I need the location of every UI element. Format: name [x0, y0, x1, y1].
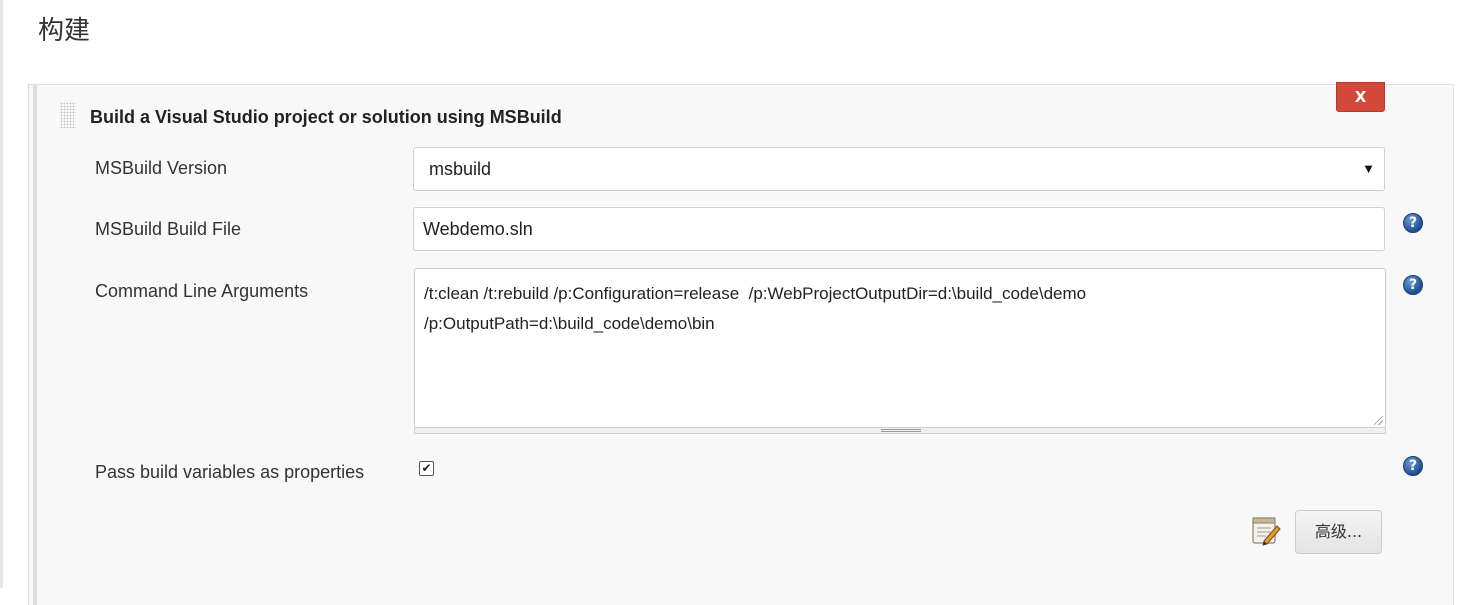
msbuild-version-label: MSBuild Version [95, 158, 228, 178]
chevron-down-icon: ▼ [1362, 161, 1375, 176]
build-file-input[interactable]: Webdemo.sln [413, 207, 1385, 251]
build-file-value: Webdemo.sln [423, 219, 533, 239]
cmd-args-help-icon[interactable]: ? [1403, 275, 1423, 295]
resize-grip-icon [881, 429, 921, 432]
build-file-help-icon[interactable]: ? [1403, 213, 1423, 233]
cmd-args-textarea[interactable]: /t:clean /t:rebuild /p:Configuration=rel… [414, 268, 1386, 428]
textarea-resize-bar[interactable] [414, 427, 1386, 434]
cmd-args-line-2: /p:OutputPath=d:\build_code\demo\bin [424, 314, 715, 333]
pass-vars-help-icon[interactable]: ? [1403, 456, 1423, 476]
resize-corner-icon[interactable] [1374, 416, 1383, 425]
notepad-icon [1252, 517, 1281, 546]
builder-title: Build a Visual Studio project or solutio… [90, 107, 562, 127]
page-left-border [0, 0, 3, 588]
section-title: 构建 [38, 16, 91, 46]
cmd-args-line-1: /t:clean /t:rebuild /p:Configuration=rel… [424, 284, 1087, 303]
cmd-args-label: Command Line Arguments [95, 281, 309, 301]
advanced-button[interactable]: 高级... [1295, 510, 1382, 554]
drag-handle-icon[interactable] [60, 102, 76, 128]
build-file-label: MSBuild Build File [95, 219, 242, 239]
panel-stripe [33, 85, 37, 605]
delete-builder-button[interactable]: X [1336, 82, 1385, 112]
pass-vars-label: Pass build variables as properties [95, 462, 365, 482]
pass-vars-checkbox[interactable]: ✔ [419, 461, 434, 476]
msbuild-version-value: msbuild [429, 159, 492, 179]
msbuild-version-select[interactable]: msbuild ▼ [413, 147, 1385, 191]
msbuild-builder-panel: Build a Visual Studio project or solutio… [28, 82, 1454, 605]
